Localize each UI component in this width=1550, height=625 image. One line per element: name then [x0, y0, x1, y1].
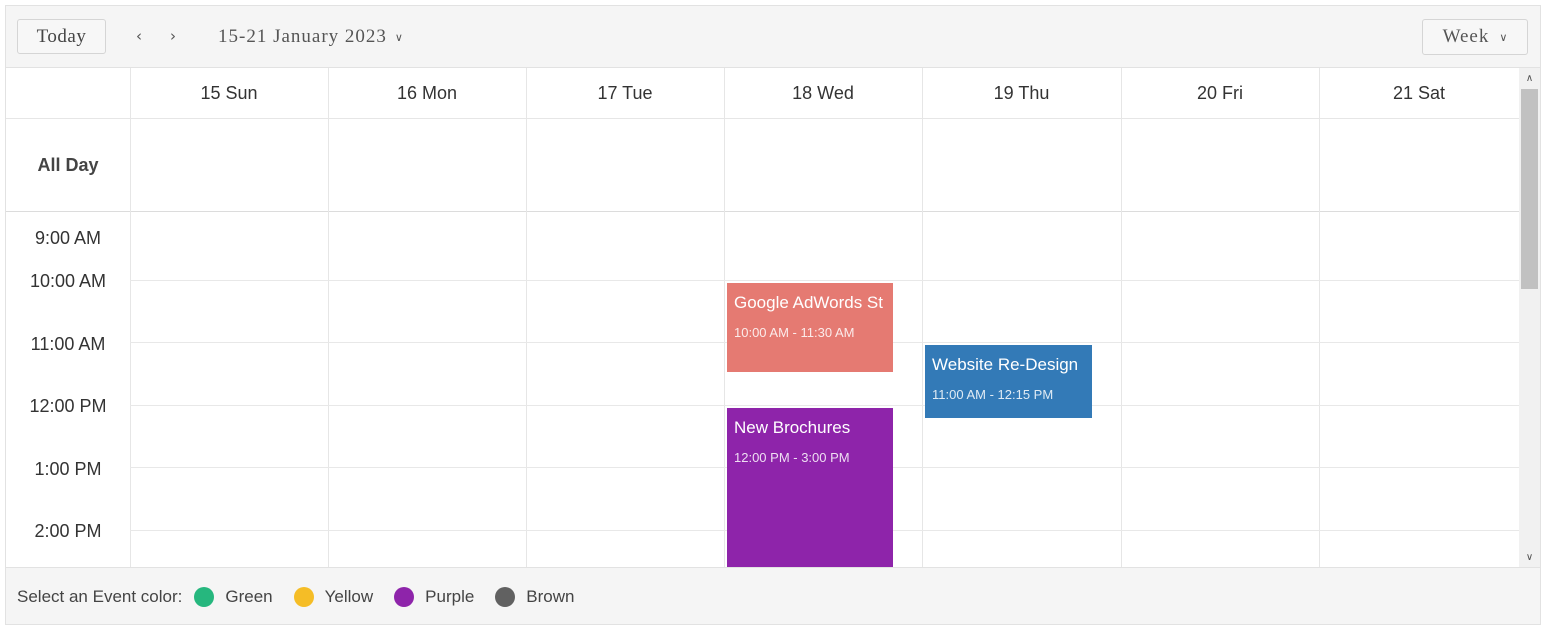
event-color-footer: Select an Event color: Green Yellow Purp… [6, 567, 1540, 624]
color-option-purple[interactable]: Purple [394, 587, 474, 607]
view-selector-button[interactable]: Week ∨ [1422, 19, 1528, 55]
color-option-label: Purple [425, 587, 475, 606]
day-header[interactable]: 16 Mon [328, 68, 526, 119]
event-time: 11:00 AM - 12:15 PM [932, 387, 1054, 402]
column-divider [526, 68, 527, 567]
column-divider [130, 68, 131, 567]
brown-swatch[interactable] [495, 587, 516, 607]
all-day-row[interactable]: All Day [6, 119, 1519, 212]
column-divider [1121, 68, 1122, 567]
chevron-right-icon[interactable]: › [163, 25, 183, 47]
color-option-yellow[interactable]: Yellow [293, 587, 374, 607]
day-header[interactable]: 17 Tue [526, 68, 724, 119]
color-select-label: Select an Event color: [17, 587, 183, 606]
hour-line [130, 405, 1519, 406]
event-time: 10:00 AM - 11:30 AM [734, 325, 855, 340]
time-label: 1:00 PM [34, 459, 102, 479]
day-header-row: 15 Sun 16 Mon 17 Tue 18 Wed 19 Thu 20 Fr… [6, 68, 1519, 119]
time-label: 10:00 AM [29, 271, 107, 291]
time-label: 11:00 AM [30, 334, 106, 354]
color-option-green[interactable]: Green [194, 587, 273, 607]
event-title: Website Re-Design [932, 355, 1079, 374]
hour-line [130, 280, 1519, 281]
week-grid: 15 Sun 16 Mon 17 Tue 18 Wed 19 Thu 20 Fr… [6, 68, 1519, 567]
scroll-down-icon[interactable]: ∨ [1519, 547, 1540, 567]
color-option-label: Yellow [324, 587, 374, 606]
day-header[interactable]: 19 Thu [922, 68, 1121, 119]
view-label: Week [1442, 26, 1490, 47]
event-title: Google AdWords St [734, 293, 883, 312]
day-header[interactable]: 15 Sun [130, 68, 328, 119]
chevron-left-icon[interactable]: ‹ [129, 25, 149, 47]
chevron-down-icon: ∨ [1499, 30, 1508, 44]
green-swatch[interactable] [194, 587, 215, 607]
scheduler-toolbar: Today ‹ › 15-21 January 2023 ∨ Week ∨ [6, 6, 1540, 68]
time-label: 9:00 AM [34, 228, 102, 248]
chevron-down-icon: ∨ [394, 30, 403, 44]
event-google-adwords[interactable]: Google AdWords St 10:00 AM - 11:30 AM [727, 283, 893, 372]
day-header[interactable]: 21 Sat [1319, 68, 1519, 119]
yellow-swatch[interactable] [293, 587, 314, 607]
date-range-picker[interactable]: 15-21 January 2023 ∨ [218, 24, 403, 50]
all-day-label: All Day [37, 155, 99, 175]
scheduler: Today ‹ › 15-21 January 2023 ∨ Week ∨ 15… [5, 5, 1541, 625]
purple-swatch[interactable] [394, 587, 415, 607]
day-header[interactable]: 20 Fri [1121, 68, 1319, 119]
color-option-label: Brown [526, 587, 575, 606]
event-new-brochures[interactable]: New Brochures 12:00 PM - 3:00 PM [727, 408, 893, 567]
day-header[interactable]: 18 Wed [724, 68, 922, 119]
event-time: 12:00 PM - 3:00 PM [734, 450, 850, 465]
column-divider [328, 68, 329, 567]
scroll-up-icon[interactable]: ∧ [1519, 68, 1540, 88]
color-option-label: Green [225, 587, 273, 606]
scroll-thumb[interactable] [1521, 89, 1538, 289]
column-divider [724, 68, 725, 567]
time-label: 2:00 PM [34, 521, 102, 541]
time-label: 12:00 PM [29, 396, 107, 416]
today-button[interactable]: Today [17, 19, 106, 54]
color-option-brown[interactable]: Brown [495, 587, 574, 607]
date-range-label: 15-21 January 2023 [218, 26, 387, 47]
column-divider [922, 68, 923, 567]
vertical-scrollbar[interactable]: ∧ ∨ [1519, 68, 1540, 567]
event-website-redesign[interactable]: Website Re-Design 11:00 AM - 12:15 PM [925, 345, 1092, 418]
column-divider [1319, 68, 1320, 567]
event-title: New Brochures [734, 418, 851, 437]
